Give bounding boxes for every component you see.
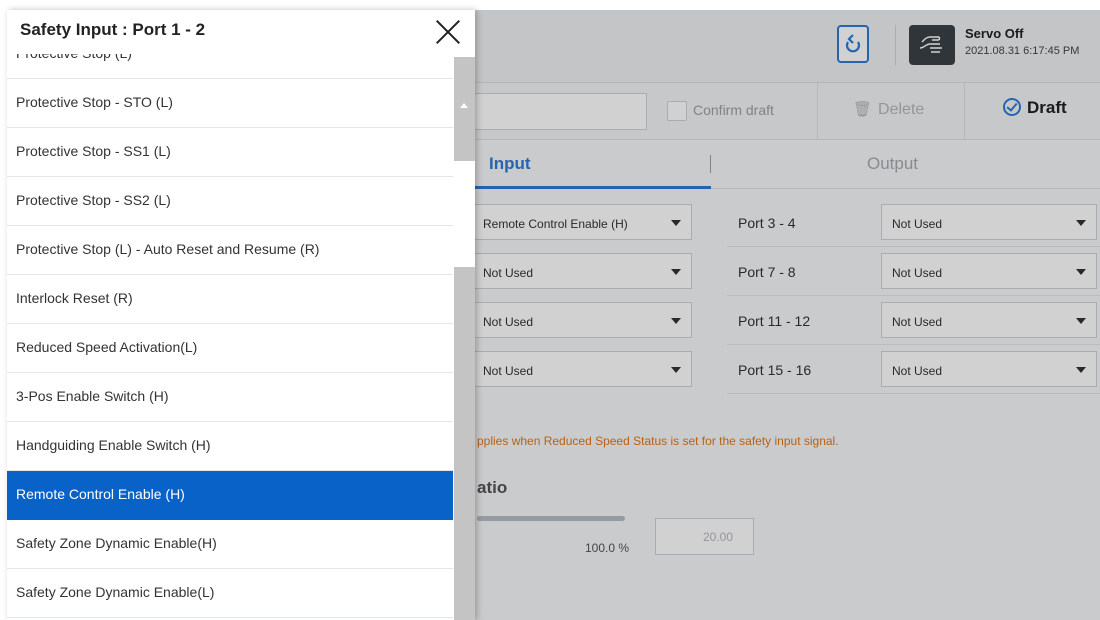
list-item[interactable]: Protective Stop - SS1 (L)	[7, 128, 453, 177]
list-item[interactable]: Handguiding Enable Switch (H)	[7, 422, 453, 471]
drawer-title: Safety Input : Port 1 - 2	[20, 20, 206, 39]
scrollbar-thumb[interactable]	[454, 267, 475, 620]
list-item-selected[interactable]: Remote Control Enable (H)	[7, 471, 453, 520]
scrollbar[interactable]	[454, 57, 475, 620]
list-item[interactable]: Safety Zone Dynamic Enable(H)	[7, 520, 453, 569]
list-item[interactable]: 3-Pos Enable Switch (H)	[7, 373, 453, 422]
safety-input-drawer: Protective Stop (L) Protective Stop - ST…	[7, 10, 475, 620]
list-item[interactable]: Protective Stop - SS2 (L)	[7, 177, 453, 226]
list-item[interactable]: Safety Zone Dynamic Enable(L)	[7, 569, 453, 618]
scroll-up-arrow-icon[interactable]	[460, 103, 468, 108]
list-item[interactable]: Reduced Speed Activation(L)	[7, 324, 453, 373]
list-item[interactable]: Protective Stop (L) - Auto Reset and Res…	[7, 226, 453, 275]
drawer-header: Safety Input : Port 1 - 2	[7, 10, 475, 54]
option-list: Protective Stop (L) Protective Stop - ST…	[7, 30, 453, 618]
list-item[interactable]: Interlock Reset (R)	[7, 275, 453, 324]
list-item[interactable]: Protective Stop - STO (L)	[7, 79, 453, 128]
scrollbar-top-segment[interactable]	[454, 57, 475, 161]
close-icon[interactable]	[434, 18, 462, 46]
